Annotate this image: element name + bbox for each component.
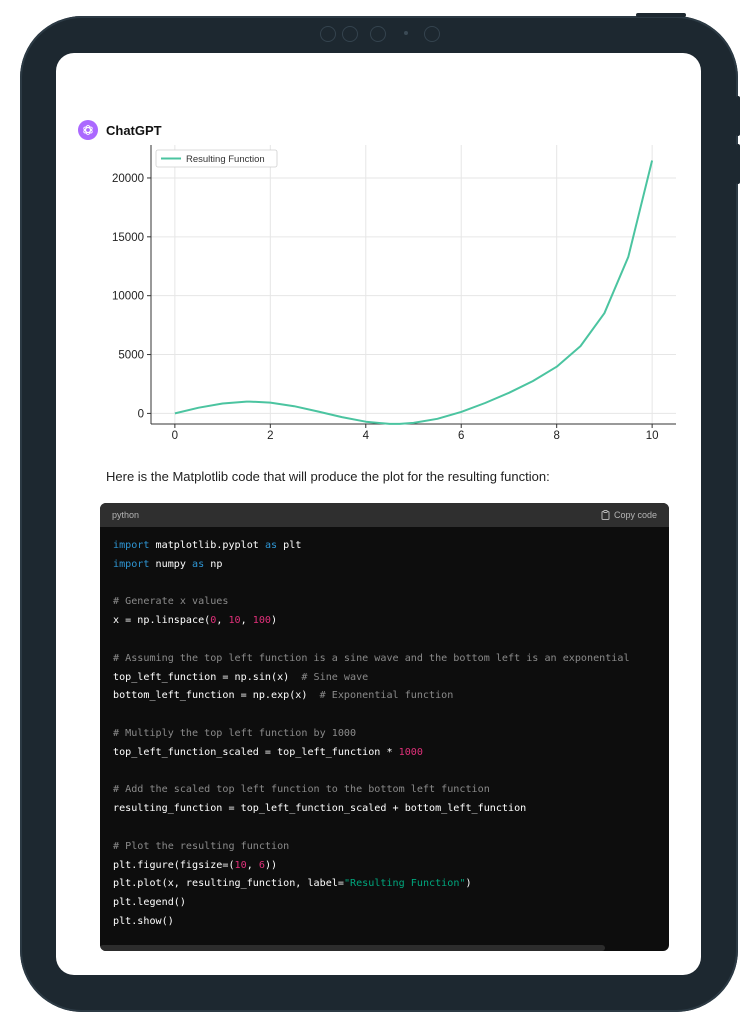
code-token: # Exponential function (319, 690, 454, 702)
assistant-message: Here is the Matplotlib code that will pr… (106, 469, 550, 484)
series-line (174, 160, 654, 425)
tablet-top-button (636, 13, 686, 17)
copy-code-button[interactable]: Copy code (601, 510, 657, 520)
code-token: top_left_function = np.sin(x) (113, 671, 302, 683)
code-line: # Plot the resulting function (113, 838, 669, 857)
code-line: # Add the scaled top left function to th… (113, 781, 669, 800)
code-token: resulting_function = top_left_function_s… (113, 803, 527, 815)
sender-name: ChatGPT (106, 122, 162, 138)
code-token: 100 (252, 615, 272, 627)
y-tick-label: 15000 (112, 232, 144, 244)
camera-array (320, 26, 440, 42)
code-token: # Multiply the top left function by 1000 (113, 727, 357, 739)
x-tick-label: 4 (363, 430, 370, 442)
code-line: # Generate x values (113, 593, 669, 612)
code-token: )) (264, 859, 278, 871)
code-token: plt.legend() (113, 897, 186, 909)
code-line: top_left_function_scaled = top_left_func… (113, 744, 669, 763)
code-token: numpy (149, 558, 193, 570)
code-line: plt.figure(figsize=(10, 6)) (113, 857, 669, 876)
code-token: 10 (234, 859, 247, 871)
tablet-screen: ChatGPT 0 2 4 6 8 10 0 5000 10000 15000 20000 Resul… (56, 53, 701, 975)
message-header: ChatGPT (78, 119, 162, 141)
x-tick-label: 2 (267, 430, 273, 442)
code-horizontal-scrollbar[interactable] (100, 945, 605, 951)
code-block-header: python Copy code (100, 503, 669, 527)
x-tick-label: 0 (172, 430, 178, 442)
y-tick-label: 10000 (112, 291, 144, 303)
code-line: resulting_function = top_left_function_s… (113, 800, 669, 819)
code-token: 10 (228, 615, 241, 627)
tablet-volume-down-button (736, 144, 740, 184)
code-line: plt.show() (113, 913, 669, 932)
code-line: plt.plot(x, resulting_function, label="R… (113, 875, 669, 894)
code-language-label: python (112, 510, 140, 520)
code-token: np (204, 558, 223, 570)
code-token: 1000 (398, 746, 423, 758)
code-token: matplotlib.pyplot (149, 540, 265, 551)
code-token: # Plot the resulting function (113, 840, 290, 852)
code-line: top_left_function = np.sin(x) # Sine wav… (113, 669, 669, 688)
code-line: plt.legend() (113, 894, 669, 913)
chatgpt-avatar (78, 120, 98, 140)
code-line: bottom_left_function = np.exp(x) # Expon… (113, 687, 669, 706)
resulting-function-chart: 0 2 4 6 8 10 0 5000 10000 15000 20000 Resulting Fun… (96, 141, 686, 459)
clipboard-icon (601, 510, 610, 520)
code-content: import matplotlib.pyplot as plt import nu… (100, 527, 669, 932)
y-tick-label: 0 (138, 408, 144, 420)
code-block: python Copy code import matplotlib.pyplo… (100, 503, 669, 951)
code-token: # Sine wave (301, 671, 369, 683)
code-token: plt.show() (113, 915, 174, 927)
code-token: plt.plot(x, resulting_function, label= (113, 878, 344, 890)
code-token: # Add the scaled top left function to th… (113, 784, 490, 796)
tablet-volume-up-button (736, 96, 740, 136)
code-line: # Multiply the top left function by 1000 (113, 725, 669, 744)
code-line: x = np.linspace(0, 10, 100) (113, 612, 669, 631)
code-token: "Resulting Function" (343, 878, 466, 890)
code-token: import (113, 558, 150, 570)
code-token: , (240, 615, 253, 627)
code-token: bottom_left_function = np.exp(x) (113, 690, 320, 702)
code-token: # Generate x values (113, 596, 229, 608)
code-token: as (264, 540, 278, 551)
copy-code-label: Copy code (613, 510, 657, 520)
code-token: x = np.linspace( (113, 615, 211, 627)
x-tick-label: 8 (553, 430, 559, 442)
code-token: plt (277, 540, 302, 551)
code-token: plt.figure(figsize=( (113, 859, 235, 871)
code-token: as (192, 558, 205, 570)
code-line: import numpy as np (113, 556, 669, 575)
code-token: # Assuming the top left function is a si… (113, 652, 630, 664)
code-token: top_left_function_scaled = top_left_func… (113, 746, 399, 758)
code-token: , (216, 615, 229, 627)
legend-label: Resulting Function (186, 154, 265, 165)
y-tick-label: 5000 (118, 350, 144, 362)
code-token: import (113, 540, 150, 551)
code-line: import matplotlib.pyplot as plt (113, 537, 669, 556)
x-tick-label: 10 (646, 430, 659, 442)
openai-logo-icon (83, 124, 93, 136)
code-token: , (246, 859, 259, 871)
code-token: ) (271, 615, 278, 627)
code-line: # Assuming the top left function is a si… (113, 650, 669, 669)
chart-svg: 0 2 4 6 8 10 0 5000 10000 15000 20000 Resulting Fun… (112, 145, 676, 442)
code-token: ) (465, 878, 472, 890)
x-tick-label: 6 (458, 430, 464, 442)
y-tick-label: 20000 (112, 173, 144, 185)
